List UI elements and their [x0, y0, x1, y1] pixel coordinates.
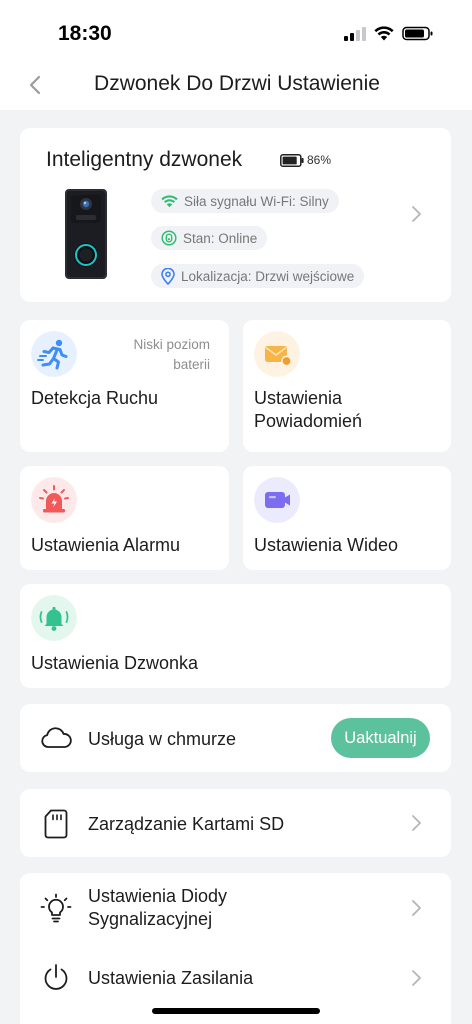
page-title: Dzwonek Do Drzwi Ustawienie	[94, 72, 380, 95]
location-label: Lokalizacja: Drzwi wejściowe	[181, 268, 355, 284]
power-settings-label: Ustawienia Zasilania	[88, 968, 254, 988]
nav-header: Dzwonek Do Drzwi Ustawienie	[0, 62, 472, 110]
cellular-signal-icon	[344, 26, 366, 41]
low-battery-note-line1: Niski poziom	[133, 337, 210, 352]
location-pin-icon	[161, 267, 175, 285]
chime-settings-title: Ustawienia Dzwonka	[31, 653, 199, 673]
battery-icon	[280, 153, 304, 167]
cloud-icon	[41, 727, 72, 748]
device-battery: 86%	[280, 153, 331, 167]
led-settings-label-line2: Sygnalizacyjnej	[88, 909, 213, 929]
upgrade-button[interactable]: Uaktualnij	[331, 718, 430, 758]
alarm-settings-title: Ustawienia Alarmu	[31, 535, 181, 555]
home-indicator[interactable]	[152, 1008, 320, 1014]
battery-percent: 86%	[307, 153, 332, 167]
online-status-icon	[161, 230, 177, 246]
envelope-icon	[254, 331, 300, 377]
device-card[interactable]: Inteligentny dzwonek 86% Siła sygnału Wi…	[20, 128, 451, 302]
notification-settings-title-line1: Ustawienia	[254, 388, 343, 408]
settings-list-card: Ustawienia Diody Sygnalizacyjnej Ustawie…	[20, 873, 451, 1024]
motion-detection-tile[interactable]: Niski poziom baterii Detekcja Ruchu	[20, 320, 229, 452]
cloud-service-label: Usługa w chmurze	[88, 729, 237, 749]
notification-settings-tile[interactable]: Ustawienia Powiadomień	[243, 320, 451, 452]
led-settings-label: Ustawienia Diody Sygnalizacyjnej	[88, 885, 227, 931]
device-name: Inteligentny dzwonek	[46, 148, 243, 171]
location-badge: Lokalizacja: Drzwi wejściowe	[151, 264, 365, 288]
siren-icon	[31, 477, 77, 523]
status-bar: 18:30	[0, 0, 472, 62]
bell-icon	[31, 595, 77, 641]
sd-card-row[interactable]: Zarządzanie Kartami SD	[20, 789, 451, 857]
status-time: 18:30	[58, 22, 112, 45]
led-settings-row[interactable]: Ustawienia Diody Sygnalizacyjnej	[20, 873, 451, 943]
light-bulb-icon	[40, 893, 72, 923]
sd-card-icon	[44, 809, 68, 839]
notification-settings-title-line2: Powiadomień	[254, 411, 363, 431]
wifi-icon	[161, 194, 178, 207]
chevron-right-icon	[412, 206, 421, 222]
alarm-settings-tile[interactable]: Ustawienia Alarmu	[20, 466, 229, 570]
wifi-icon	[374, 26, 394, 41]
chime-settings-tile[interactable]: Ustawienia Dzwonka	[20, 584, 451, 688]
motion-detection-title: Detekcja Ruchu	[31, 388, 159, 408]
video-settings-title: Ustawienia Wideo	[254, 535, 399, 555]
wifi-strength-badge: Siła sygnału Wi-Fi: Silny	[151, 189, 339, 213]
online-status-label: Stan: Online	[183, 230, 258, 246]
led-settings-label-line1: Ustawienia Diody	[88, 886, 228, 906]
online-status-badge: Stan: Online	[151, 226, 268, 250]
chevron-right-icon	[412, 970, 421, 986]
video-settings-tile[interactable]: Ustawienia Wideo	[243, 466, 451, 570]
battery-status-icon	[402, 26, 433, 41]
status-icons	[344, 26, 434, 41]
power-settings-row[interactable]: Ustawienia Zasilania	[20, 951, 451, 1007]
sd-card-label: Zarządzanie Kartami SD	[88, 814, 285, 834]
low-battery-note: Niski poziom baterii	[133, 335, 210, 375]
chevron-right-icon	[412, 900, 421, 916]
notification-settings-title: Ustawienia Powiadomień	[254, 387, 362, 433]
doorbell-device-image	[65, 189, 107, 279]
chevron-right-icon	[412, 815, 421, 831]
wifi-strength-label: Siła sygnału Wi-Fi: Silny	[184, 193, 329, 209]
power-icon	[44, 964, 68, 990]
low-battery-note-line2: baterii	[173, 357, 210, 372]
cloud-service-row[interactable]: Usługa w chmurze Uaktualnij	[20, 704, 451, 772]
running-person-icon	[31, 331, 77, 377]
video-camera-icon	[254, 477, 300, 523]
